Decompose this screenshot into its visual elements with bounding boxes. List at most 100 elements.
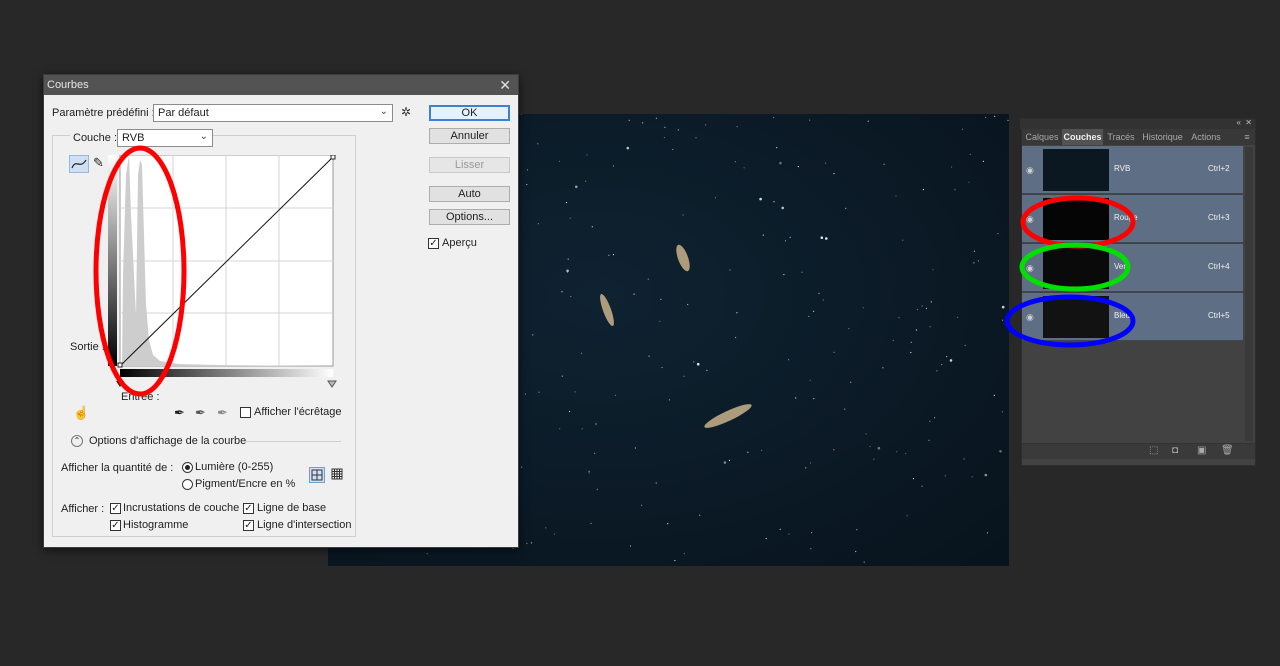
star — [567, 258, 569, 260]
black-eyedropper-icon[interactable]: ✒ — [174, 405, 185, 421]
smooth-button[interactable]: Lisser — [429, 157, 510, 173]
star — [538, 391, 540, 393]
black-point-slider[interactable] — [116, 381, 124, 387]
star — [912, 478, 915, 480]
star — [994, 115, 996, 117]
gray-eyedropper-icon[interactable]: ✒ — [195, 405, 206, 421]
load-selection-icon[interactable]: ⬚ — [1149, 445, 1158, 456]
panel-collapse-bar: « ✕ — [1020, 118, 1255, 129]
curve-point-black[interactable] — [117, 362, 123, 368]
star — [608, 254, 610, 256]
star — [944, 475, 946, 477]
star — [810, 548, 812, 550]
eye-icon[interactable]: ◉ — [1026, 263, 1036, 273]
star — [773, 201, 775, 203]
channel-row[interactable]: ◉ Vert Ctrl+4 — [1022, 244, 1243, 292]
ok-button[interactable]: OK — [429, 105, 510, 121]
panel-scrollbar[interactable] — [1245, 147, 1253, 441]
curve-graph[interactable] — [108, 155, 338, 391]
star — [736, 126, 738, 128]
options-button[interactable]: Options... — [429, 209, 510, 225]
trash-icon[interactable]: 🗑 — [1221, 445, 1234, 456]
white-point-slider[interactable] — [327, 380, 337, 388]
tab-paths[interactable]: Tracés — [1106, 129, 1136, 145]
panel-footer: ⬚ ◘ ▣ 🗑 — [1022, 443, 1255, 459]
star — [997, 233, 999, 235]
tab-channels[interactable]: Couches — [1062, 129, 1103, 145]
star — [982, 160, 985, 162]
star — [928, 439, 930, 441]
hand-adjust-icon[interactable]: ☝ — [73, 405, 89, 421]
star — [561, 291, 563, 293]
cancel-button[interactable]: Annuler — [429, 128, 510, 144]
star — [949, 359, 953, 362]
close-panel-icon[interactable]: ✕ — [1245, 118, 1252, 127]
star — [921, 305, 923, 307]
display-options-label: Options d'affichage de la courbe — [89, 435, 247, 447]
overlay-checkbox[interactable]: ✓ — [110, 503, 121, 514]
star — [695, 137, 697, 139]
curve-tool-button[interactable] — [69, 155, 89, 173]
chevron-down-icon: ⌄ — [199, 131, 208, 142]
channel-row[interactable]: ◉ Rouge Ctrl+3 — [1022, 195, 1243, 243]
tab-layers[interactable]: Calques — [1023, 129, 1061, 145]
star — [824, 162, 827, 164]
star — [845, 207, 847, 209]
histogram-checkbox[interactable]: ✓ — [110, 520, 121, 531]
star — [905, 452, 907, 455]
preset-label: Paramètre prédéfini : — [52, 107, 155, 119]
star — [762, 234, 764, 236]
star — [957, 316, 959, 318]
preview-checkbox[interactable]: ✓ — [428, 238, 439, 249]
star — [729, 269, 731, 271]
intersection-checkbox[interactable]: ✓ — [243, 520, 254, 531]
baseline-checkbox[interactable]: ✓ — [243, 503, 254, 514]
eye-icon[interactable]: ◉ — [1026, 312, 1036, 322]
auto-button[interactable]: Auto — [429, 186, 510, 202]
eye-icon[interactable]: ◉ — [1026, 214, 1036, 224]
gear-icon[interactable]: ✲ — [401, 105, 411, 119]
star — [784, 240, 787, 242]
star — [524, 393, 526, 395]
star — [580, 352, 583, 354]
light-radio[interactable] — [182, 462, 193, 473]
tab-history[interactable]: Historique — [1139, 129, 1186, 145]
star — [973, 250, 976, 252]
star — [735, 336, 737, 339]
star — [833, 449, 835, 451]
star — [873, 458, 875, 460]
detailed-grid-button[interactable] — [330, 467, 346, 483]
channel-select[interactable]: RVB ⌄ — [117, 129, 213, 147]
channel-shortcut: Ctrl+3 — [1208, 213, 1230, 222]
output-gradient — [108, 155, 117, 366]
channel-shortcut: Ctrl+4 — [1208, 262, 1230, 271]
star — [575, 185, 578, 189]
simple-grid-button[interactable] — [309, 467, 325, 483]
close-icon[interactable]: ✕ — [499, 77, 511, 94]
collapse-icon[interactable]: ⌃ — [71, 435, 83, 447]
star — [910, 341, 912, 343]
preset-select[interactable]: Par défaut ⌄ — [153, 104, 393, 122]
pencil-icon[interactable]: ✎ — [93, 155, 104, 171]
star — [779, 528, 781, 530]
histogram-label: Histogramme — [123, 519, 189, 531]
galaxy — [704, 404, 752, 428]
new-channel-icon[interactable]: ▣ — [1197, 445, 1206, 456]
star — [898, 317, 900, 319]
channel-row[interactable]: ◉ RVB Ctrl+2 — [1022, 146, 1243, 194]
pigment-radio[interactable] — [182, 479, 193, 490]
baseline-label: Ligne de base — [257, 502, 327, 514]
star — [696, 362, 700, 366]
star — [530, 542, 533, 544]
star — [574, 391, 576, 393]
star — [664, 126, 666, 128]
white-eyedropper-icon[interactable]: ✒ — [217, 405, 228, 421]
clipping-checkbox[interactable] — [240, 407, 251, 418]
panel-menu-icon[interactable]: ≡ — [1240, 129, 1254, 145]
eye-icon[interactable]: ◉ — [1026, 165, 1036, 175]
save-selection-icon[interactable]: ◘ — [1172, 445, 1178, 456]
channel-row[interactable]: ◉ Bleu Ctrl+5 — [1022, 293, 1243, 341]
collapse-panel-icon[interactable]: « — [1237, 118, 1241, 127]
tab-actions[interactable]: Actions — [1188, 129, 1224, 145]
curve-point-white[interactable] — [330, 155, 336, 160]
